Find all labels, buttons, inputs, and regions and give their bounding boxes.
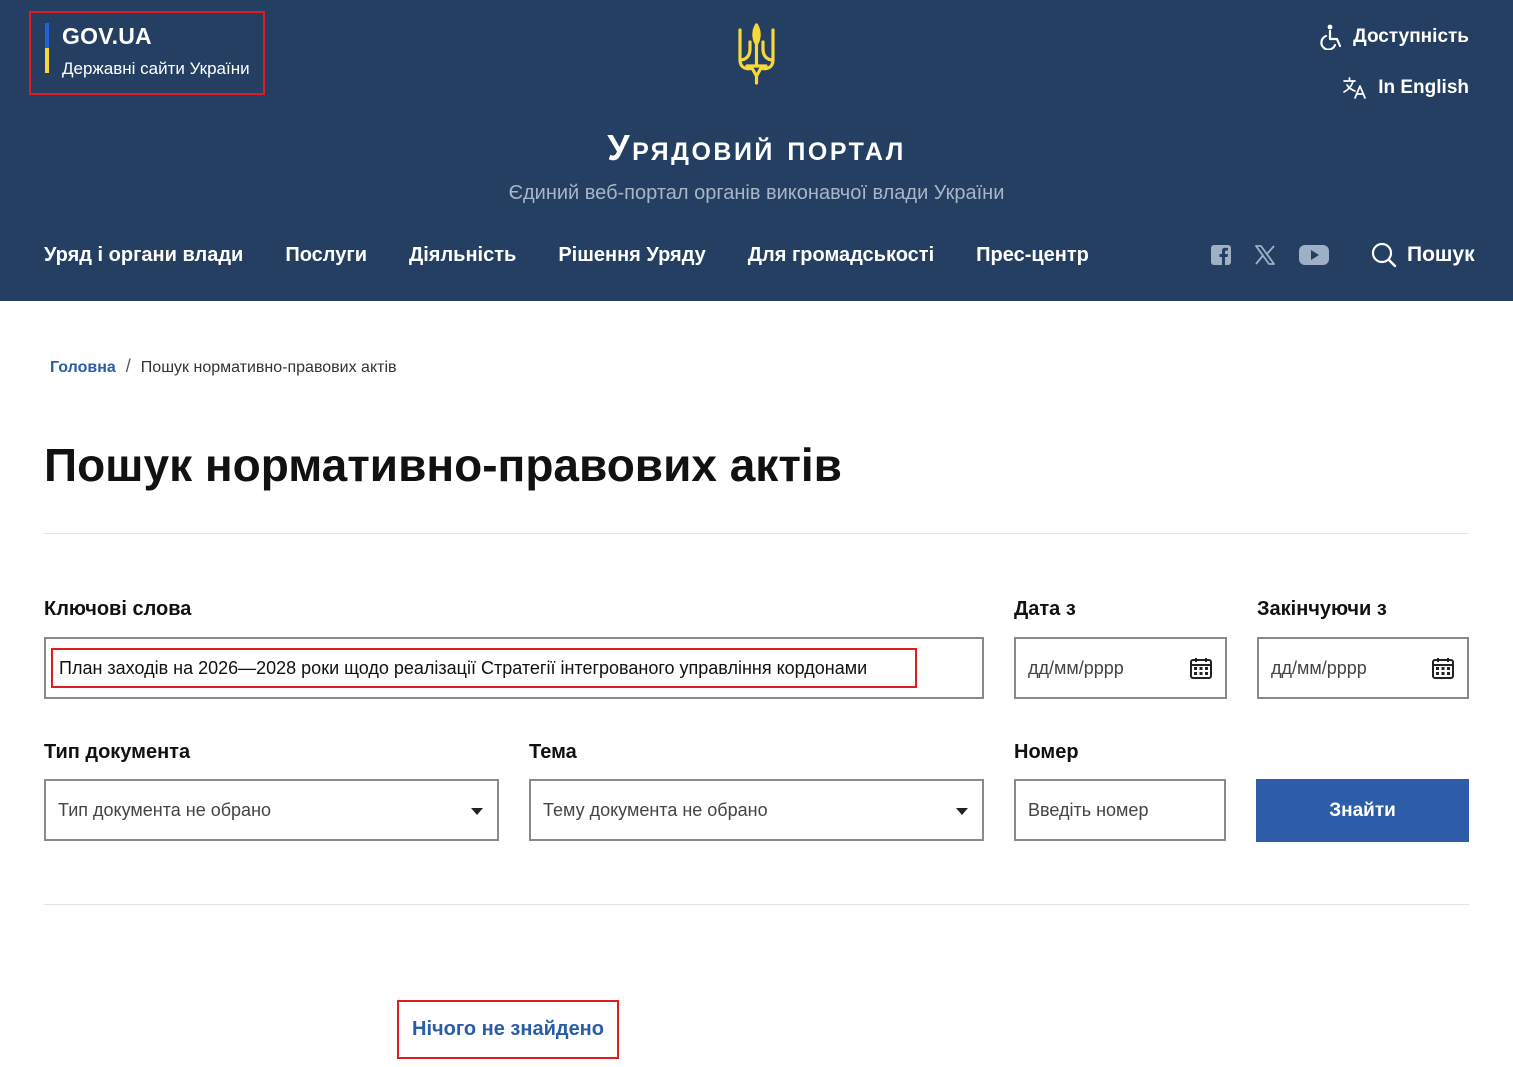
trident-icon[interactable] [736, 22, 777, 86]
accessibility-link[interactable]: Доступність [1319, 24, 1469, 50]
divider-bottom [44, 904, 1469, 905]
date-from-input[interactable]: дд/мм/рррр [1014, 637, 1227, 699]
facebook-icon[interactable] [1210, 244, 1232, 266]
english-label: In English [1378, 77, 1469, 98]
date-to-placeholder: дд/мм/рррр [1271, 657, 1367, 678]
calendar-icon[interactable] [1189, 656, 1213, 680]
translate-icon [1343, 77, 1367, 99]
nav-press-center[interactable]: Прес-центр [976, 244, 1089, 267]
chevron-down-icon [956, 808, 968, 815]
number-label: Номер [1014, 741, 1079, 763]
number-placeholder: Введіть номер [1028, 799, 1149, 820]
accessibility-label: Доступність [1353, 26, 1469, 47]
main-nav: Уряд і органи влади Послуги Діяльність Р… [44, 244, 1131, 267]
nav-decisions[interactable]: Рішення Уряду [558, 244, 705, 267]
date-from-placeholder: дд/мм/рррр [1028, 657, 1124, 678]
date-to-label: Закінчуючи з [1257, 598, 1387, 620]
nav-government[interactable]: Уряд і органи влади [44, 244, 243, 267]
breadcrumb-current: Пошук нормативно-правових актів [140, 359, 397, 376]
date-from-label: Дата з [1014, 598, 1076, 620]
calendar-icon[interactable] [1431, 656, 1455, 680]
keywords-label: Ключові слова [44, 598, 192, 620]
accessibility-icon [1320, 24, 1342, 50]
site-header: GOV.UA Державні сайти України Доступніст… [0, 0, 1513, 301]
breadcrumb: Головна / Пошук нормативно-правових акті… [50, 356, 397, 377]
nav-activity[interactable]: Діяльність [409, 244, 516, 267]
search-label: Пошук [1407, 243, 1475, 266]
ukraine-flag-bar [45, 23, 49, 73]
gov-ua-title: GOV.UA [62, 23, 152, 49]
youtube-icon[interactable] [1298, 244, 1330, 266]
find-button[interactable]: Знайти [1256, 779, 1469, 842]
page-title: Пошук нормативно-правових актів [44, 439, 842, 491]
header-search-link[interactable]: Пошук [1371, 242, 1475, 268]
breadcrumb-separator: / [125, 356, 131, 376]
gov-ua-subtitle: Державні сайти України [62, 59, 250, 78]
no-results-message: Нічого не знайдено [397, 1000, 619, 1059]
gov-ua-link[interactable]: GOV.UA Державні сайти України [29, 11, 265, 95]
x-icon[interactable] [1254, 244, 1276, 266]
social-links [1210, 244, 1330, 266]
topic-label: Тема [529, 741, 577, 763]
topic-value: Тему документа не обрано [543, 799, 768, 820]
nav-services[interactable]: Послуги [285, 244, 367, 267]
portal-subtitle: Єдиний веб-портал органів виконавчої вла… [508, 182, 1005, 204]
portal-title: Урядовий портал [607, 127, 906, 168]
topic-select[interactable]: Тему документа не обрано [529, 779, 984, 841]
date-to-input[interactable]: дд/мм/рррр [1257, 637, 1469, 699]
nav-public[interactable]: Для громадськості [748, 244, 934, 267]
breadcrumb-home[interactable]: Головна [50, 359, 116, 377]
number-input[interactable]: Введіть номер [1014, 779, 1226, 841]
divider-top [44, 533, 1469, 534]
search-icon [1371, 242, 1397, 268]
keywords-value[interactable]: План заходів на 2026—2028 роки щодо реал… [51, 648, 917, 688]
doc-type-value: Тип документа не обрано [58, 799, 272, 820]
chevron-down-icon [471, 808, 483, 815]
doc-type-select[interactable]: Тип документа не обрано [44, 779, 499, 841]
doc-type-label: Тип документа [44, 741, 191, 763]
english-link[interactable]: In English [1342, 76, 1469, 100]
